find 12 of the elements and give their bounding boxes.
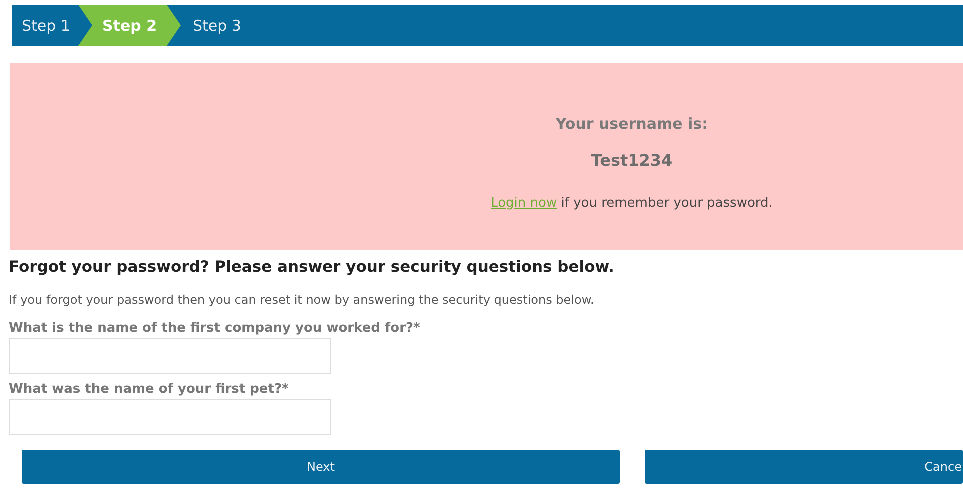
question-label: What was the name of your first pet?* [9, 382, 290, 397]
answer-field[interactable] [9, 399, 331, 435]
step-tab[interactable]: Step 3 [181, 5, 254, 46]
answer-field[interactable] [9, 338, 331, 374]
notice-title: Your username is: [556, 115, 708, 133]
cancel-button[interactable]: Cance [645, 450, 963, 484]
username-text: Test1234 [591, 151, 673, 170]
section-heading: Forgot your password? Please answer your security questions below. [9, 258, 616, 276]
intro-text: If you forgot your password then you can reset it now by answering the security questions below. [9, 293, 596, 307]
next-button[interactable]: Next [22, 450, 620, 484]
login-hint: if you remember your password. [560, 196, 773, 211]
question-label: What is the name of the first company you worked for?* [9, 321, 422, 336]
